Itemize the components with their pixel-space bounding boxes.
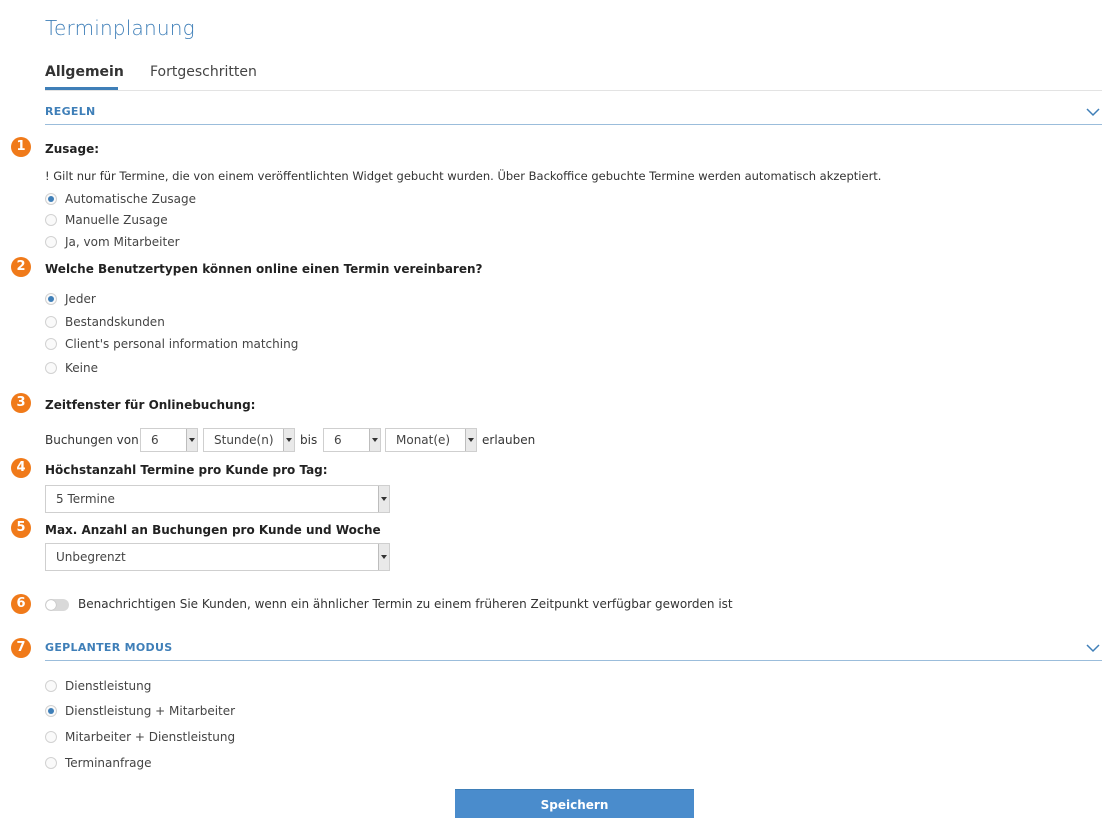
step-badge-6: 6	[11, 594, 31, 614]
section-title-geplanter-modus[interactable]: GEPLANTER MODUS	[45, 641, 172, 654]
radio-jeder[interactable]: Jeder	[45, 292, 96, 306]
radio-label: Dienstleistung + Mitarbeiter	[65, 704, 236, 718]
zusage-label: Zusage:	[45, 142, 100, 156]
radio-mitarbeiter-dienstleistung[interactable]: Mitarbeiter + Dienstleistung	[45, 730, 235, 744]
benutzertypen-label: Welche Benutzertypen können online einen…	[45, 262, 483, 276]
select-value: 6	[151, 433, 159, 447]
radio-circle[interactable]	[45, 680, 57, 692]
radio-label: Automatische Zusage	[65, 192, 197, 206]
step-badge-2: 2	[11, 257, 31, 277]
radio-circle[interactable]	[45, 757, 57, 769]
radio-label: Jeder	[65, 292, 96, 306]
chevron-down-icon[interactable]	[1086, 107, 1100, 117]
radio-dienstleistung[interactable]: Dienstleistung	[45, 679, 151, 693]
radio-circle[interactable]	[45, 362, 57, 374]
zeitfenster-to-unit-select[interactable]: Monat(e)	[385, 428, 477, 452]
radio-circle[interactable]	[45, 705, 57, 717]
save-button[interactable]: Speichern	[455, 789, 694, 818]
benachrichtigen-toggle[interactable]	[45, 599, 69, 611]
radio-ja-vom-mitarbeiter[interactable]: Ja, vom Mitarbeiter	[45, 235, 180, 249]
radio-circle[interactable]	[45, 338, 57, 350]
section-divider-modus	[45, 660, 1102, 661]
dropdown-arrow-icon[interactable]	[186, 429, 197, 451]
max-pro-woche-label: Max. Anzahl an Buchungen pro Kunde und W…	[45, 523, 381, 537]
zeitfenster-middle: bis	[300, 433, 318, 447]
zeitfenster-to-value-select[interactable]: 6	[323, 428, 381, 452]
radio-circle[interactable]	[45, 293, 57, 305]
radio-dienstleistung-mitarbeiter[interactable]: Dienstleistung + Mitarbeiter	[45, 704, 235, 718]
zeitfenster-label: Zeitfenster für Onlinebuchung:	[45, 398, 256, 412]
section-divider-regeln	[45, 124, 1102, 125]
radio-circle[interactable]	[45, 316, 57, 328]
radio-label: Mitarbeiter + Dienstleistung	[65, 730, 236, 744]
radio-circle[interactable]	[45, 214, 57, 226]
zeitfenster-from-unit-select[interactable]: Stunde(n)	[203, 428, 295, 452]
radio-circle[interactable]	[45, 731, 57, 743]
max-pro-woche-select[interactable]: Unbegrenzt	[45, 543, 390, 571]
dropdown-arrow-icon[interactable]	[378, 486, 389, 512]
dropdown-arrow-icon[interactable]	[465, 429, 476, 451]
max-pro-tag-label: Höchstanzahl Termine pro Kunde pro Tag:	[45, 463, 328, 477]
step-badge-5: 5	[11, 518, 31, 538]
radio-label: Terminanfrage	[65, 756, 152, 770]
select-value: Stunde(n)	[214, 433, 274, 447]
step-badge-3: 3	[11, 393, 31, 413]
section-title-regeln[interactable]: REGELN	[45, 105, 96, 118]
radio-bestandskunden[interactable]: Bestandskunden	[45, 315, 165, 329]
radio-label: Client's personal information matching	[65, 337, 299, 351]
zeitfenster-prefix: Buchungen von	[45, 433, 139, 447]
radio-label: Manuelle Zusage	[65, 213, 168, 227]
step-badge-1: 1	[11, 137, 31, 157]
select-value: Monat(e)	[396, 433, 451, 447]
select-value: Unbegrenzt	[56, 550, 126, 564]
zeitfenster-from-value-select[interactable]: 6	[140, 428, 198, 452]
tab-fortgeschritten[interactable]: Fortgeschritten	[150, 64, 257, 80]
select-value: 6	[334, 433, 342, 447]
tab-allgemein[interactable]: Allgemein	[45, 64, 124, 80]
radio-label: Keine	[65, 361, 98, 375]
radio-keine[interactable]: Keine	[45, 361, 98, 375]
zeitfenster-suffix: erlauben	[482, 433, 536, 447]
radio-circle[interactable]	[45, 236, 57, 248]
page-title: Terminplanung	[45, 16, 195, 40]
radio-label: Ja, vom Mitarbeiter	[65, 235, 180, 249]
tabs-divider	[45, 90, 1102, 91]
chevron-down-icon[interactable]	[1086, 643, 1100, 653]
dropdown-arrow-icon[interactable]	[369, 429, 380, 451]
dropdown-arrow-icon[interactable]	[283, 429, 294, 451]
radio-terminanfrage[interactable]: Terminanfrage	[45, 756, 152, 770]
max-pro-tag-select[interactable]: 5 Termine	[45, 485, 390, 513]
radio-automatische-zusage[interactable]: Automatische Zusage	[45, 192, 196, 206]
radio-manuelle-zusage[interactable]: Manuelle Zusage	[45, 213, 168, 227]
zusage-note: ! Gilt nur für Termine, die von einem ve…	[45, 169, 882, 183]
radio-circle[interactable]	[45, 193, 57, 205]
radio-label: Bestandskunden	[65, 315, 165, 329]
step-badge-4: 4	[11, 458, 31, 478]
dropdown-arrow-icon[interactable]	[378, 544, 389, 570]
select-value: 5 Termine	[56, 492, 115, 506]
radio-personal-information-matching[interactable]: Client's personal information matching	[45, 337, 298, 351]
benachrichtigen-label: Benachrichtigen Sie Kunden, wenn ein ähn…	[78, 597, 733, 611]
radio-label: Dienstleistung	[65, 679, 152, 693]
step-badge-7: 7	[11, 638, 31, 658]
